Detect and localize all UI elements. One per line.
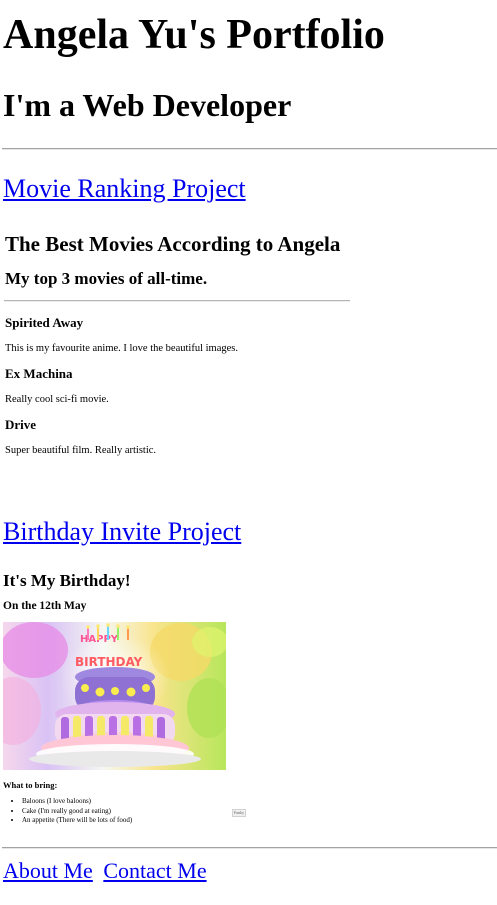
movie-title-1: Spirited Away (5, 315, 84, 330)
page-subtitle: I'm a Web Developer (3, 87, 292, 123)
bring-list: Baloons (I love baloons) Cake (I'm reall… (8, 797, 132, 826)
footer-nav: About Me Contact Me (3, 857, 207, 885)
movie-divider (4, 300, 350, 302)
contact-me-link[interactable]: Contact Me (103, 858, 206, 883)
movie-description-1: This is my favourite anime. I love the b… (5, 343, 238, 354)
divider-top (2, 148, 497, 150)
movie-title-3: Drive (5, 417, 37, 432)
birthday-title: It's My Birthday! (3, 571, 131, 590)
movie-section-title: The Best Movies According to Angela (5, 232, 341, 256)
divider-bottom (2, 847, 497, 849)
cake-top-word: BIRTHDAY (75, 655, 143, 669)
movie-description-2: Really cool sci-fi movie. (5, 394, 109, 405)
bring-item-1: Baloons (I love baloons) (22, 797, 132, 807)
cake-letter-h: HAPPY (80, 634, 119, 645)
birthday-subtitle: On the 12th May (3, 600, 87, 612)
movie-description-3: Super beautiful film. Really artistic. (5, 445, 157, 456)
page-title: Angela Yu's Portfolio (3, 12, 385, 58)
movie-ranking-link[interactable]: Movie Ranking Project (3, 173, 246, 205)
bring-item-2: Cake (I'm really good at eating) (22, 807, 132, 817)
about-me-link[interactable]: About Me (3, 858, 93, 883)
movie-title-2: Ex Machina (5, 366, 73, 381)
birthday-cake-image: HAPPY BIRTHDAY (3, 622, 226, 770)
bring-item-3: An appetite (There will be lots of food) (22, 816, 132, 826)
birthday-invite-link[interactable]: Birthday Invite Project (3, 516, 241, 548)
bring-list-title: What to bring: (3, 780, 58, 790)
small-embed-button[interactable]: Funky (232, 809, 246, 817)
movie-section-subtitle: My top 3 movies of all-time. (5, 269, 208, 288)
